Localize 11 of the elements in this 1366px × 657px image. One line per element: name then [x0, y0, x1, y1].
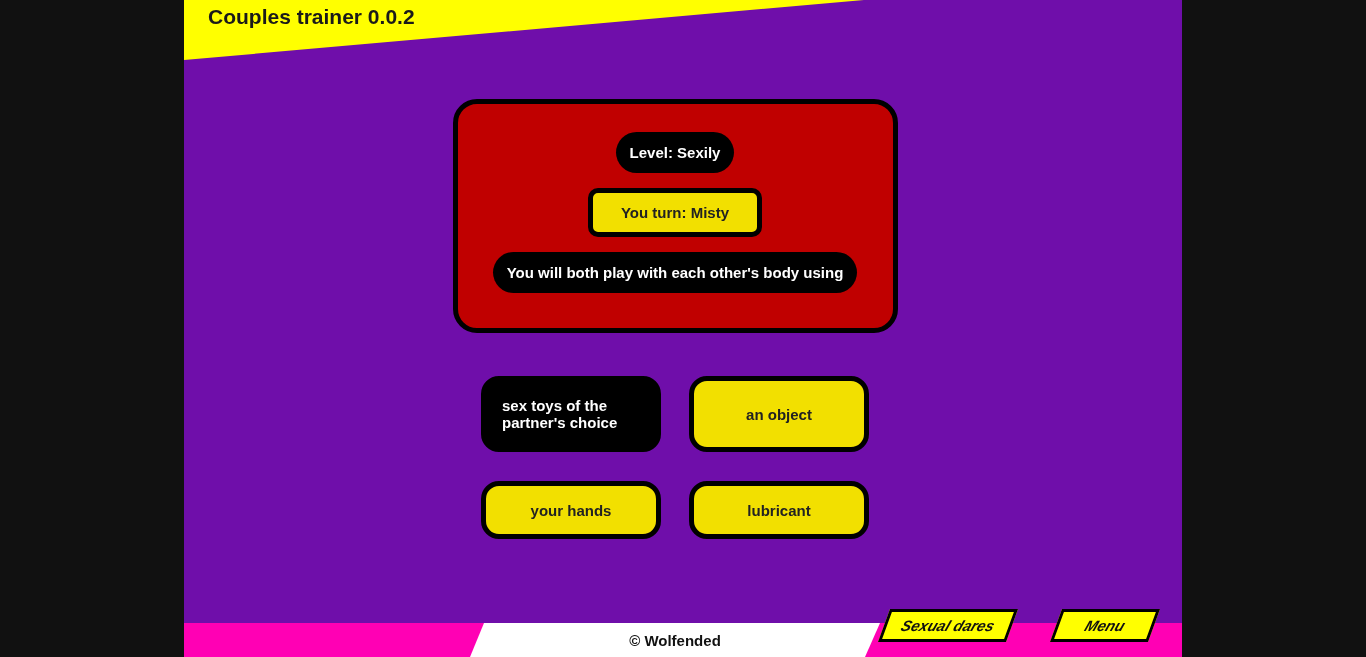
- answer-option[interactable]: sex toys of the partner's choice: [481, 376, 661, 452]
- nav-button[interactable]: Sexual dares: [878, 609, 1018, 642]
- answer-option[interactable]: lubricant: [689, 481, 869, 539]
- answer-option[interactable]: your hands: [481, 481, 661, 539]
- answer-option[interactable]: an object: [689, 376, 869, 452]
- level-label: Level: Sexily: [615, 132, 735, 173]
- nav-button[interactable]: Menu: [1050, 609, 1160, 642]
- copyright-text: © Wolfended: [629, 631, 721, 649]
- dare-prompt: You will both play with each other's body using: [492, 252, 858, 293]
- turn-label: You turn: Misty: [587, 188, 762, 237]
- app-title: Couples trainer 0.0.2: [208, 5, 415, 29]
